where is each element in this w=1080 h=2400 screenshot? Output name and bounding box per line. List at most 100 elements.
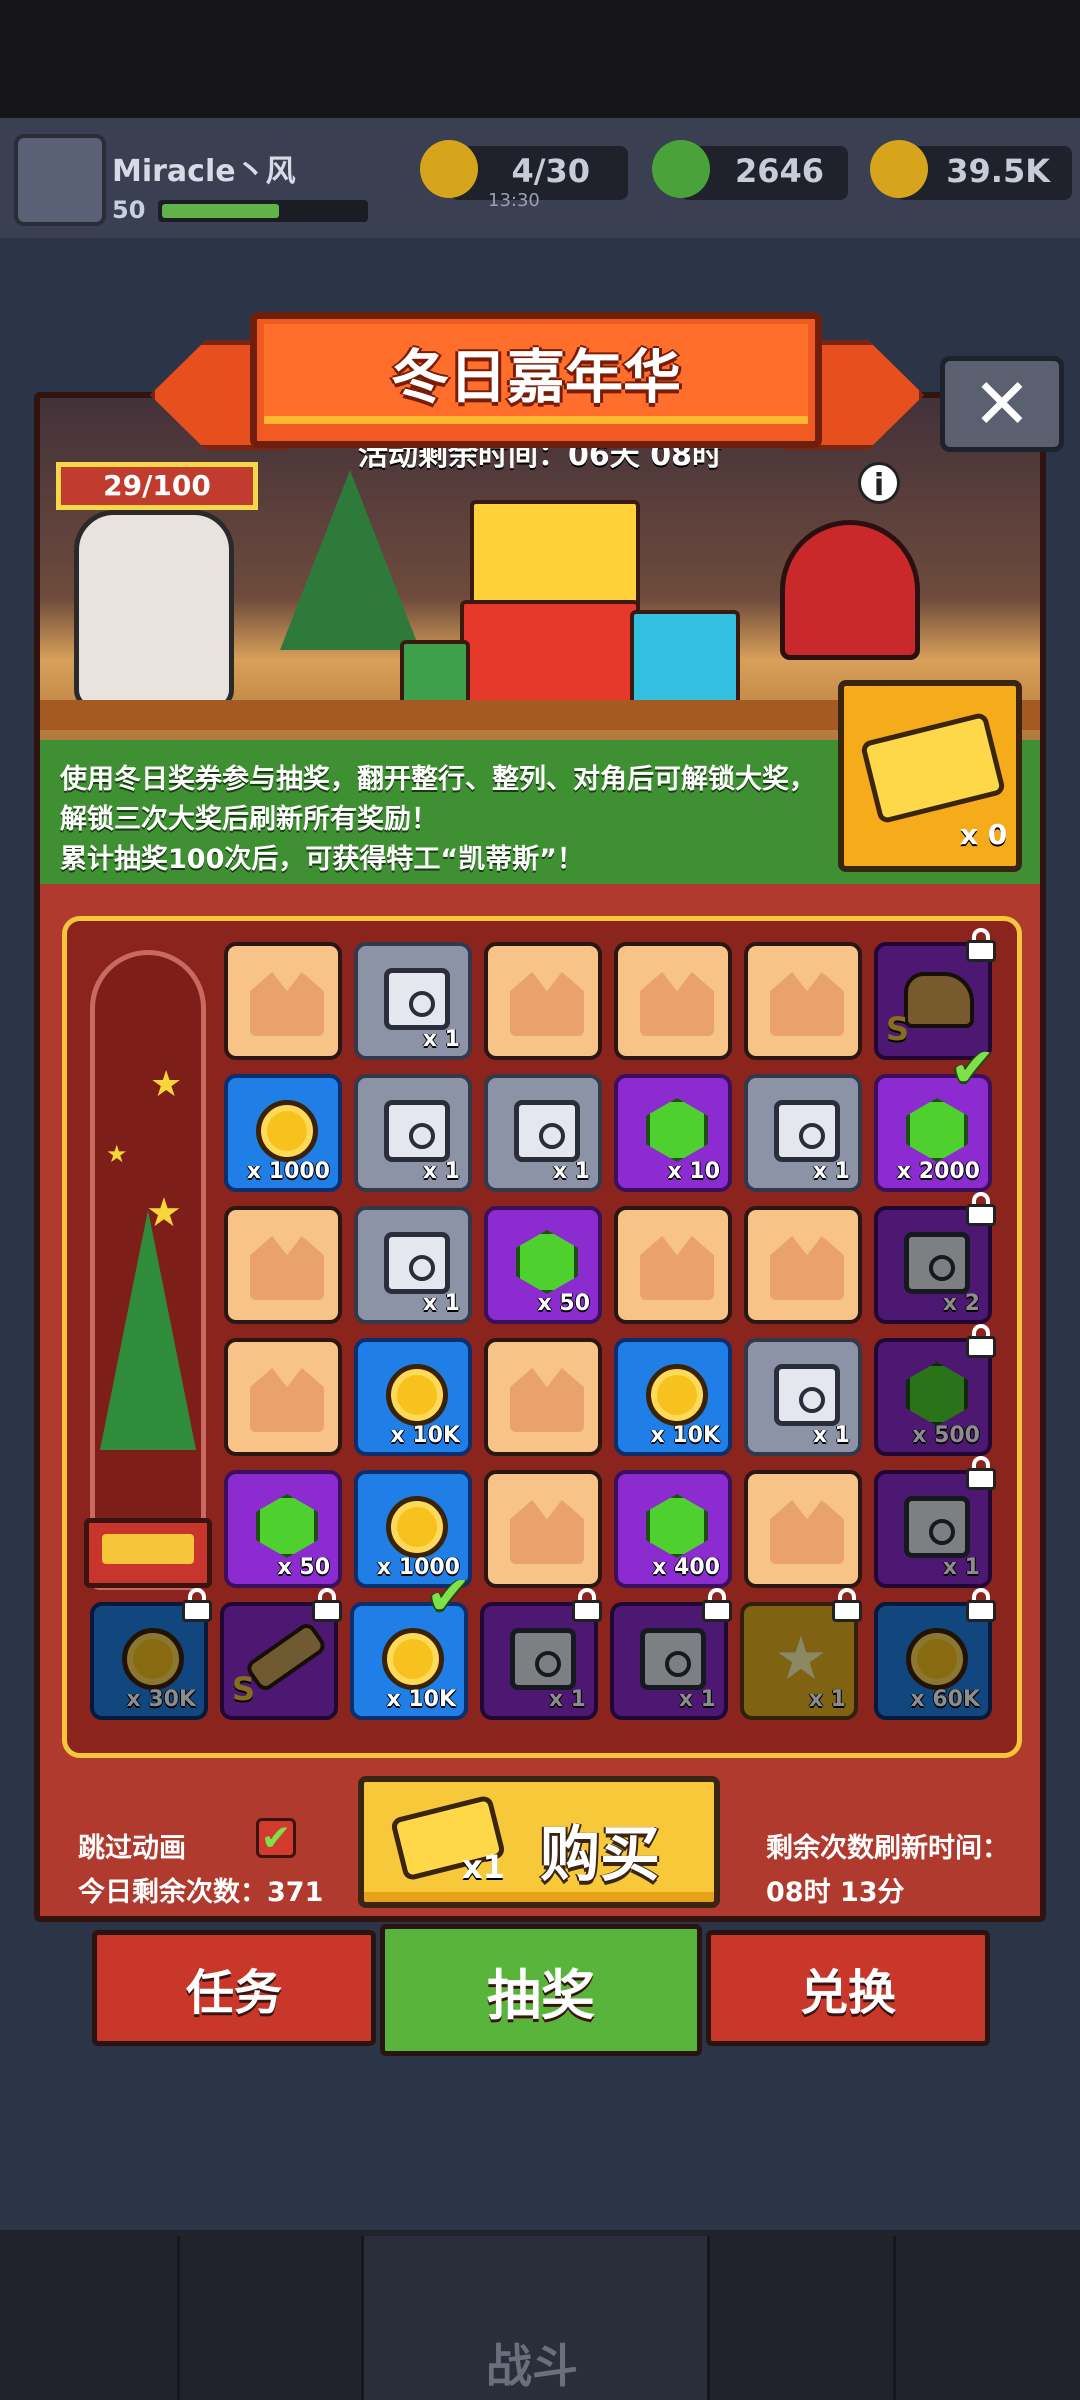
tab-label: 抽奖 [487, 1963, 595, 2027]
nav-weapons[interactable] [180, 2236, 364, 2400]
lock-icon [966, 1324, 996, 1358]
ticket-icon [859, 711, 1007, 825]
rarity-s-icon: S [232, 1670, 256, 1708]
nav-gear[interactable] [896, 2236, 1080, 2400]
gem-icon [906, 1098, 968, 1162]
ticket-count: x 0 [960, 818, 1008, 851]
tab-exchange[interactable]: 兑换 [706, 1930, 990, 2046]
reward-tile[interactable]: x 10K [614, 1338, 732, 1456]
unrevealed-tile[interactable] [484, 1338, 602, 1456]
reward-tile[interactable]: x 1 [484, 1074, 602, 1192]
tab-lottery[interactable]: 抽奖 [380, 1924, 702, 2056]
nav-event[interactable] [710, 2236, 896, 2400]
coin-icon [386, 1496, 448, 1558]
chest-icon [510, 1628, 576, 1690]
reward-tile[interactable]: x 50 [484, 1206, 602, 1324]
reward-tile[interactable]: x 50 [224, 1470, 342, 1588]
reward-tile[interactable]: x 1 [354, 1206, 472, 1324]
player-avatar[interactable] [14, 134, 106, 226]
chest-icon [904, 1232, 970, 1294]
player-level: 50 [112, 196, 146, 224]
reward-tile[interactable]: x 1 [744, 1074, 862, 1192]
reward-amount: x 1 [808, 1687, 846, 1712]
reward-amount: x 500 [912, 1423, 980, 1448]
check-icon: ✔ [260, 1818, 292, 1859]
reward-amount: x 10K [386, 1687, 456, 1712]
check-icon: ✔ [426, 1564, 472, 1627]
gem-icon [646, 1098, 708, 1162]
buy-multiplier: x1 [462, 1848, 505, 1886]
close-button[interactable]: ✕ [940, 356, 1064, 452]
unrevealed-tile[interactable] [744, 1470, 862, 1588]
gem-icon [646, 1494, 708, 1558]
tab-tasks[interactable]: 任务 [92, 1930, 376, 2046]
coin-icon [122, 1628, 184, 1690]
refresh-time: 08时 13分 [766, 1877, 905, 1908]
reward-tile[interactable]: x 1 [354, 1074, 472, 1192]
description-line: 使用冬日奖券参与抽奖，翻开整行、整列、对角后可解锁大奖， [60, 764, 816, 795]
reward-tile[interactable]: x 10 [614, 1074, 732, 1192]
boots-icon [904, 972, 974, 1028]
reward-amount: x 10 [667, 1159, 720, 1184]
globe-tree-icon [100, 1210, 196, 1450]
unrevealed-tile[interactable] [224, 942, 342, 1060]
reward-amount: x 50 [277, 1555, 330, 1580]
reward-tile[interactable]: x 400 [614, 1470, 732, 1588]
star-icon: ★ [150, 1064, 183, 1105]
unrevealed-tile[interactable] [224, 1338, 342, 1456]
christmas-tree-illustration [280, 470, 420, 650]
energy-value: 4/30 [511, 152, 590, 190]
lock-icon [312, 1588, 342, 1622]
chest-icon [514, 1100, 580, 1162]
reward-tile[interactable]: x 10K [354, 1338, 472, 1456]
reward-amount: x 400 [652, 1555, 720, 1580]
reward-amount: x 30K [126, 1687, 196, 1712]
reward-amount: x 1 [548, 1687, 586, 1712]
reward-amount: x 1000 [246, 1159, 330, 1184]
unrevealed-tile[interactable] [614, 942, 732, 1060]
draw-progress: 29/100 [56, 462, 258, 510]
unrevealed-tile[interactable] [744, 1206, 862, 1324]
info-icon[interactable]: i [858, 462, 900, 504]
santa-character-illustration [780, 520, 920, 660]
reward-tile[interactable]: x 1000 [224, 1074, 342, 1192]
gem-icon [256, 1494, 318, 1558]
coin-icon [646, 1364, 708, 1426]
coin-icon [256, 1100, 318, 1162]
reward-amount: x 1 [422, 1027, 460, 1052]
nav-shop[interactable] [0, 2236, 180, 2400]
unrevealed-tile[interactable] [484, 1470, 602, 1588]
chest-icon [384, 1232, 450, 1294]
reward-tile[interactable]: x 1 [354, 942, 472, 1060]
unrevealed-tile[interactable] [484, 942, 602, 1060]
coin-icon [382, 1628, 444, 1690]
event-description: 使用冬日奖券参与抽奖，翻开整行、整列、对角后可解锁大奖， 解锁三次大奖后刷新所有… [60, 760, 840, 880]
gift-box-icon [250, 1236, 324, 1300]
reward-amount: x 1 [942, 1555, 980, 1580]
close-icon: ✕ [972, 363, 1032, 445]
check-icon: ✔ [950, 1036, 996, 1099]
gift-box-icon [770, 972, 844, 1036]
chest-icon [774, 1100, 840, 1162]
reward-amount: x 10K [390, 1423, 460, 1448]
coin-value: 39.5K [946, 152, 1050, 190]
lock-icon [572, 1588, 602, 1622]
gift-box-illustration [400, 640, 470, 706]
skip-animation-checkbox[interactable]: ✔ [256, 1818, 296, 1858]
lock-icon [966, 1456, 996, 1490]
reward-amount: x 1 [812, 1423, 850, 1448]
unrevealed-tile[interactable] [744, 942, 862, 1060]
reward-tile[interactable]: x 1 [744, 1338, 862, 1456]
unrevealed-tile[interactable] [614, 1206, 732, 1324]
gem-icon [906, 1362, 968, 1426]
lock-icon [832, 1588, 862, 1622]
gift-box-illustration [630, 610, 740, 706]
unrevealed-tile[interactable] [224, 1206, 342, 1324]
gem-icon [516, 1230, 578, 1294]
reward-amount: x 1 [812, 1159, 850, 1184]
star-icon: ★ [774, 1624, 828, 1694]
reward-amount: x 1 [552, 1159, 590, 1184]
buy-label: 购买 [540, 1820, 660, 1890]
event-title: 冬日嘉年华 [390, 343, 681, 411]
remaining-today: 今日剩余次数：371 [78, 1877, 324, 1908]
